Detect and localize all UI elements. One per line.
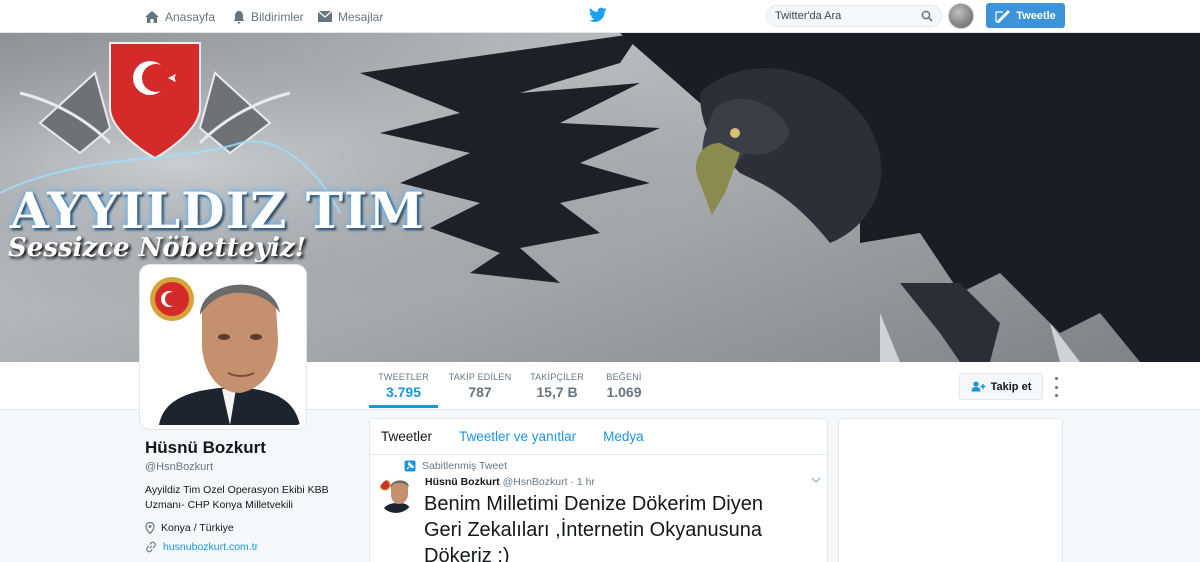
search-icon[interactable]: [921, 10, 933, 22]
bell-icon: [233, 10, 245, 24]
timeline-panel: Tweetler Tweetler ve yanıtlar Medya Sabi…: [369, 418, 828, 562]
stat-followers[interactable]: TAKİPÇİLER 15,7 B: [526, 372, 588, 400]
pinned-tweet-text: Sabitlenmiş Tweet: [422, 460, 508, 472]
active-stat-indicator: [369, 405, 438, 408]
sidebar-card: [838, 418, 1063, 562]
search-input[interactable]: [775, 10, 915, 22]
stat-followers-value: 15,7 B: [536, 384, 578, 400]
stat-following-value: 787: [468, 384, 492, 400]
top-navigation: Anasayfa Bildirimler Mesajlar Tweetle: [0, 0, 1200, 33]
tab-tweets-and-replies[interactable]: Tweetler ve yanıtlar: [459, 429, 576, 444]
envelope-icon: [317, 10, 333, 22]
tweet-author-handle[interactable]: @HsnBozkurt: [503, 476, 568, 488]
stat-tweets[interactable]: TWEETLER 3.795: [369, 372, 438, 400]
nav-notifications-label: Bildirimler: [251, 9, 304, 24]
stat-likes-label: BEĞENİ: [606, 372, 642, 382]
tweet-author-name[interactable]: Hüsnü Bozkurt: [425, 476, 500, 488]
banner-title: AYYILDIZ TIM: [10, 181, 425, 240]
stat-tweets-value: 3.795: [385, 384, 422, 400]
pin-icon: [404, 460, 416, 472]
follow-button-label: Takip et: [990, 380, 1032, 393]
stat-likes-value: 1.069: [606, 384, 642, 400]
pinned-tweet-label: Sabitlenmiş Tweet: [404, 460, 507, 472]
more-options-icon[interactable]: [1050, 377, 1062, 397]
tweet-compose-label: Tweetle: [1016, 9, 1056, 22]
tweet-timestamp[interactable]: · 1 hr: [570, 476, 595, 488]
profile-handle[interactable]: @HsnBozkurt: [145, 461, 213, 473]
stat-followers-label: TAKİPÇİLER: [530, 372, 584, 382]
tab-media[interactable]: Medya: [603, 429, 644, 444]
home-icon: [145, 10, 159, 23]
stat-following-label: TAKİP EDİLEN: [448, 372, 512, 382]
profile-location-text: Konya / Türkiye: [161, 522, 234, 534]
chevron-down-icon[interactable]: [811, 477, 821, 484]
follow-button[interactable]: Takip et: [959, 373, 1043, 400]
tweet-author-photo: [378, 477, 414, 513]
profile-website: husnubozkurt.com.tr: [145, 541, 258, 553]
add-user-icon: [971, 381, 986, 392]
banner-subtitle: Sessizce Nöbetteyiz!: [8, 233, 307, 263]
nav-messages[interactable]: Mesajlar: [317, 0, 383, 33]
nav-home-label: Anasayfa: [165, 9, 216, 24]
stat-tweets-label: TWEETLER: [378, 372, 429, 382]
tweet-header: Hüsnü Bozkurt @HsnBozkurt · 1 hr: [425, 476, 595, 488]
timeline-tabs: Tweetler Tweetler ve yanıtlar Medya: [370, 419, 827, 455]
nav-messages-label: Mesajlar: [338, 9, 384, 24]
profile-location: Konya / Türkiye: [145, 522, 234, 534]
stat-following[interactable]: TAKİP EDİLEN 787: [446, 372, 514, 400]
twitter-bird-icon[interactable]: [589, 7, 607, 23]
profile-photo: [144, 269, 302, 425]
search-box[interactable]: [766, 5, 942, 27]
link-icon: [146, 541, 156, 553]
location-pin-icon: [145, 522, 155, 534]
nav-home[interactable]: Anasayfa: [144, 0, 215, 33]
profile-website-link[interactable]: husnubozkurt.com.tr: [163, 541, 258, 553]
tweet-text: Benim Milletimi Denize Dökerim Diyen Ger…: [424, 493, 763, 562]
stat-likes[interactable]: BEĞENİ 1.069: [600, 372, 648, 400]
tweet-compose-button[interactable]: Tweetle: [986, 3, 1065, 28]
profile-bio: Ayyildiz Tim Ozel Operasyon Ekibi KBB Uz…: [145, 484, 329, 511]
nav-notifications[interactable]: Bildirimler: [232, 0, 304, 33]
profile-name[interactable]: Hüsnü Bozkurt: [145, 438, 266, 458]
compose-icon: [995, 9, 1011, 23]
tweet-author-avatar[interactable]: [378, 477, 414, 513]
tab-tweets[interactable]: Tweetler: [381, 429, 432, 444]
account-avatar[interactable]: [948, 3, 974, 29]
profile-avatar[interactable]: [140, 265, 306, 429]
